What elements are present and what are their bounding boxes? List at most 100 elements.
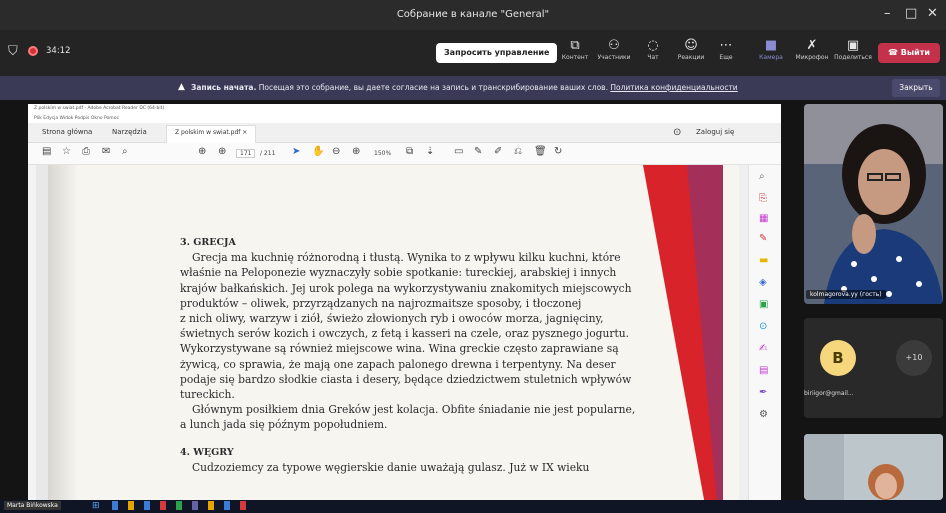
acrobat-tabs: Strona główna Narzędzia Z polskim w swia… xyxy=(28,123,781,143)
heading-greece: 3. GRECJA xyxy=(180,237,236,248)
zoom-select[interactable]: 150% xyxy=(374,150,391,157)
taskbar-app-icon[interactable] xyxy=(160,501,166,510)
text-line: Grecja ma kuchnię różnorodną i tłustą. W… xyxy=(192,251,621,265)
pdf-viewport[interactable]: 3. GRECJA Grecja ma kuchnię różnorodną i… xyxy=(36,165,748,500)
edit-pdf-icon[interactable]: ✎ xyxy=(759,233,767,244)
tab-document[interactable]: Z polskim w swiat.pdf × xyxy=(166,125,257,143)
pen-icon[interactable]: ✎ xyxy=(474,146,482,157)
participant-video-2[interactable] xyxy=(804,434,943,500)
stamp-icon[interactable]: ⎌ xyxy=(514,146,522,157)
more-tools-icon[interactable]: ⚙ xyxy=(759,409,768,420)
text-line: z nich oliwy, warzyw i ziół, świeżo złow… xyxy=(180,312,604,326)
maximize-button[interactable]: □ xyxy=(905,6,917,21)
mail-icon[interactable]: ✉ xyxy=(102,146,110,157)
export-pdf-icon[interactable]: ⎘ xyxy=(759,193,767,204)
warning-icon: ▲ xyxy=(178,82,185,92)
participant-avatar-tile[interactable]: B +10 biriigor@gmail... xyxy=(804,318,943,418)
pdf-page: 3. GRECJA Grecja ma kuchnię różnorodną i… xyxy=(48,165,748,500)
pdf-scrollbar[interactable] xyxy=(739,165,748,500)
taskbar-app-icon[interactable] xyxy=(240,501,246,510)
organize-icon[interactable]: ▦ xyxy=(759,213,768,224)
search-icon[interactable]: ⌕ xyxy=(122,146,128,157)
scroll-mode-icon[interactable]: ⇣ xyxy=(426,146,434,157)
windows-taskbar: Marta Bińkowska ⊞ xyxy=(0,500,946,513)
taskbar-app-icon[interactable] xyxy=(208,501,214,510)
print-icon[interactable]: ⎙ xyxy=(82,146,90,157)
hand-icon[interactable]: ✋ xyxy=(312,146,324,157)
camera-button[interactable]: ■ Камера xyxy=(756,38,786,61)
zoom-out-icon[interactable]: ⊖ xyxy=(332,146,340,157)
minimize-button[interactable]: – xyxy=(884,6,891,21)
acrobat-tools-pane: ⌕ ⎘ ▦ ✎ ▬ ◈ ▣ ⊙ ✍ ▤ ✒ ⚙ xyxy=(748,165,781,500)
taskbar-app-icon[interactable] xyxy=(144,501,150,510)
participant-name: kolmagorova.yy (гость) xyxy=(806,290,886,299)
more-icon: ⋯ xyxy=(719,38,733,53)
participants-button[interactable]: ⚇ Участники xyxy=(596,38,632,61)
recording-text: Запись начата. Посещая это собрание, вы … xyxy=(191,83,738,92)
share-button[interactable]: ▣ Поделиться xyxy=(832,38,874,61)
page-number-input[interactable]: 171 xyxy=(236,149,256,158)
help-icon[interactable]: ⊙ xyxy=(673,127,681,138)
text-line: Wykorzystywane są również miejscowe wina… xyxy=(180,342,619,356)
comment-icon[interactable]: ▭ xyxy=(454,146,463,157)
protect-icon[interactable]: ⊙ xyxy=(759,321,767,332)
participants-icon: ⚇ xyxy=(608,38,620,53)
page-down-icon[interactable]: ⊕ xyxy=(218,146,226,157)
window-title: Собрание в канале "General" xyxy=(396,9,550,20)
text-line: żywicą, co sprawia, że mają one zapach p… xyxy=(180,357,616,371)
avatar-name: biriigor@gmail... xyxy=(804,390,854,397)
presenter-label: Marta Bińkowska xyxy=(4,501,61,510)
star-icon[interactable]: ☆ xyxy=(62,146,71,157)
tab-home[interactable]: Strona główna xyxy=(42,128,92,136)
cursor-icon[interactable]: ➤ xyxy=(292,146,300,157)
chat-icon: ◌ xyxy=(647,38,659,53)
sign-icon[interactable]: ✒ xyxy=(759,387,767,398)
meeting-toolbar: ⛉ 34:12 Запросить управление ⧉ Контент ⚇ У… xyxy=(0,30,946,76)
taskbar-app-icon[interactable] xyxy=(192,501,198,510)
privacy-link[interactable]: Политика конфиденциальности xyxy=(610,83,737,92)
zoom-in-icon[interactable]: ⊕ xyxy=(352,146,360,157)
text-line: a lunch jada się późnym popołudniem. xyxy=(180,418,388,432)
close-banner-button[interactable]: Закрыть xyxy=(892,79,940,97)
create-pdf-icon[interactable]: ▤ xyxy=(42,146,51,157)
content-button[interactable]: ⧉ Контент xyxy=(560,38,590,61)
more-participants-badge[interactable]: +10 xyxy=(896,340,932,376)
reactions-button[interactable]: ☺ Реакции xyxy=(676,38,706,61)
leave-button[interactable]: ☎ Выйти xyxy=(878,43,940,63)
page-up-icon[interactable]: ⊕ xyxy=(198,146,206,157)
tab-tools[interactable]: Narzędzia xyxy=(112,128,147,136)
participant-video-1[interactable]: kolmagorova.yy (гость) xyxy=(804,104,943,304)
signin-link[interactable]: Zaloguj się xyxy=(696,128,734,136)
taskbar-app-icon[interactable] xyxy=(112,501,118,510)
text-line: tureckich. xyxy=(180,388,235,402)
request-control-button[interactable]: Запросить управление xyxy=(436,43,558,63)
fill-sign-icon[interactable]: ✍ xyxy=(759,343,767,354)
request-sign-icon[interactable]: ▤ xyxy=(759,365,768,376)
search-tool-icon[interactable]: ⌕ xyxy=(759,171,765,182)
more-button[interactable]: ⋯ Еще xyxy=(714,38,738,61)
mic-button[interactable]: ✗ Микрофон xyxy=(792,38,832,61)
delete-icon[interactable]: 🗑 xyxy=(534,146,547,157)
rotate-icon[interactable]: ↻ xyxy=(554,146,562,157)
heading-hungary: 4. WĘGRY xyxy=(180,446,234,458)
shared-screen: Z polskim w swiat.pdf - Adobe Acrobat Re… xyxy=(28,104,781,500)
combine-icon[interactable]: ◈ xyxy=(759,277,767,288)
comment-tool-icon[interactable]: ▬ xyxy=(759,255,768,266)
highlight-icon[interactable]: ✐ xyxy=(494,146,502,157)
compress-icon[interactable]: ▣ xyxy=(759,299,768,310)
page-shadow xyxy=(48,165,78,500)
taskbar-app-icon[interactable] xyxy=(224,501,230,510)
close-window-button[interactable]: ✕ xyxy=(927,6,938,21)
taskbar-app-icon[interactable] xyxy=(176,501,182,510)
text-line: Głównym posiłkiem dnia Greków jest kolac… xyxy=(192,403,636,417)
pdf-text: 3. GRECJA Grecja ma kuchnię różnorodną i… xyxy=(180,235,650,475)
fit-icon[interactable]: ⧉ xyxy=(406,146,413,157)
participant-photo-2 xyxy=(804,434,943,500)
taskbar-app-icon[interactable] xyxy=(128,501,134,510)
chat-button[interactable]: ◌ Чат xyxy=(640,38,666,61)
page-total: / 211 xyxy=(260,150,276,157)
text-line: krajów bałkańskich. Jej urok polega na w… xyxy=(180,281,632,295)
mic-icon: ✗ xyxy=(806,38,818,53)
shield-icon: ⛉ xyxy=(8,44,18,59)
windows-start-icon[interactable]: ⊞ xyxy=(92,501,100,511)
